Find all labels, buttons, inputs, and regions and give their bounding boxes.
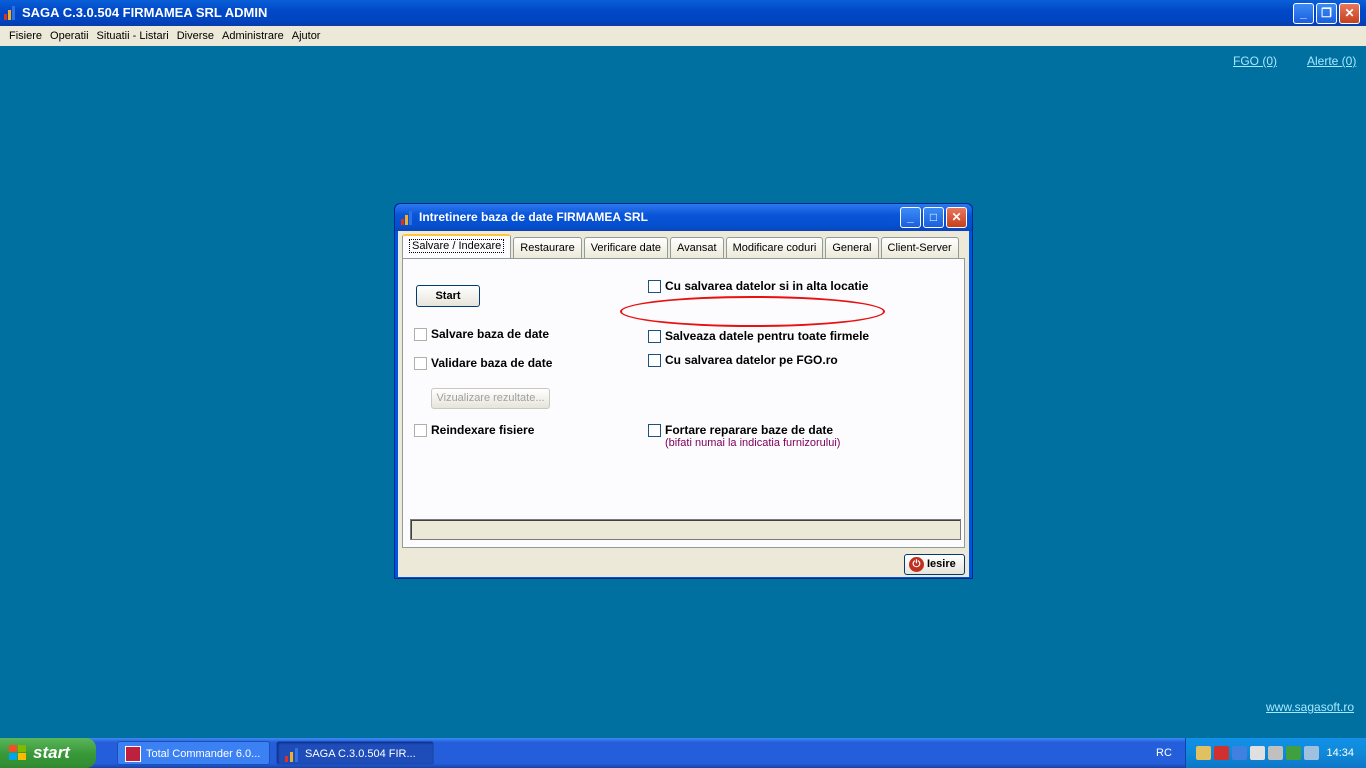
tab-general[interactable]: General — [825, 237, 879, 258]
floppy-icon — [125, 746, 141, 762]
checkbox-salvare-baza[interactable]: Salvare baza de date — [414, 328, 549, 341]
checkbox-label: Salveaza datele pentru toate firmele — [665, 329, 870, 343]
task-saga[interactable]: SAGA C.3.0.504 FIR... — [276, 741, 434, 765]
checkbox-reindexare[interactable]: Reindexare fisiere — [414, 424, 534, 437]
task-label: SAGA C.3.0.504 FIR... — [305, 748, 416, 760]
dialog-minimize-button[interactable]: _ — [900, 207, 921, 228]
tray-icon-5[interactable] — [1268, 746, 1283, 760]
start-button[interactable]: Start — [416, 285, 480, 307]
checkbox-box[interactable] — [648, 424, 661, 437]
menu-administrare[interactable]: Administrare — [218, 26, 288, 46]
close-button[interactable]: ✕ — [1339, 3, 1360, 24]
menu-situatii-listari[interactable]: Situatii - Listari — [93, 26, 173, 46]
tray-icon-7[interactable] — [1304, 746, 1319, 760]
restore-button[interactable]: ❐ — [1316, 3, 1337, 24]
checkbox-box[interactable] — [414, 328, 427, 341]
tray-icon-1[interactable] — [1196, 746, 1211, 760]
checkbox-validare-baza[interactable]: Validare baza de date — [414, 357, 552, 370]
progress-bar — [410, 519, 961, 540]
start-button[interactable]: start — [0, 738, 96, 768]
view-results-button[interactable]: Vizualizare rezultate... — [431, 388, 550, 409]
start-label: start — [33, 743, 70, 762]
taskbar: start Total Commander 6.0... SAGA C.3.0.… — [0, 738, 1366, 768]
menu-bar: Fisiere Operatii Situatii - Listari Dive… — [0, 26, 1366, 46]
tab-avansat[interactable]: Avansat — [670, 237, 724, 258]
dialog-title-bar: Intretinere baza de date FIRMAMEA SRL _ … — [395, 204, 972, 231]
checkbox-label: Validare baza de date — [431, 356, 553, 370]
saga-app-icon — [4, 6, 18, 20]
tab-restaurare[interactable]: Restaurare — [513, 237, 582, 258]
clock: 14:34 — [1326, 747, 1354, 759]
menu-operatii[interactable]: Operatii — [46, 26, 93, 46]
exit-label: Iesire — [927, 558, 956, 570]
checkbox-alta-locatie[interactable]: Cu salvarea datelor si in alta locatie — [648, 280, 868, 293]
checkbox-label: Salvare baza de date — [431, 327, 550, 341]
dialog-maximize-button[interactable]: □ — [923, 207, 944, 228]
dialog-title: Intretinere baza de date FIRMAMEA SRL — [419, 210, 648, 224]
tab-salvare-indexare[interactable]: Salvare / Indexare — [402, 234, 512, 258]
tab-panel-salvare: Start Cu salvarea datelor si in alta loc… — [402, 258, 965, 548]
checkbox-label: Reindexare fisiere — [431, 423, 535, 437]
checkbox-label: Fortare reparare baze de date — [665, 423, 834, 437]
system-tray: 14:34 — [1185, 738, 1366, 768]
checkbox-box[interactable] — [648, 330, 661, 343]
saga-dialog-icon — [401, 211, 415, 225]
maintenance-dialog: Intretinere baza de date FIRMAMEA SRL _ … — [394, 203, 973, 579]
tray-icon-3[interactable] — [1232, 746, 1247, 760]
dialog-body: Salvare / Indexare Restaurare Verificare… — [398, 231, 969, 577]
dialog-close-button[interactable]: ✕ — [946, 207, 967, 228]
checkbox-toate-firmele[interactable]: Salveaza datele pentru toate firmele — [648, 330, 869, 343]
checkbox-fgo[interactable]: Cu salvarea datelor pe FGO.ro — [648, 354, 838, 367]
checkbox-label: Cu salvarea datelor si in alta locatie — [665, 279, 869, 293]
checkbox-note: (bifati numai la indicatia furnizorului) — [665, 437, 841, 449]
checkbox-fortare-reparare[interactable]: Fortare reparare baze de date (bifati nu… — [648, 424, 840, 449]
task-total-commander[interactable]: Total Commander 6.0... — [117, 741, 270, 765]
exit-button[interactable]: ⏻ Iesire — [904, 554, 965, 575]
tab-client-server[interactable]: Client-Server — [880, 237, 959, 258]
tab-strip: Salvare / Indexare Restaurare Verificare… — [402, 234, 961, 258]
minimize-button[interactable]: _ — [1293, 3, 1314, 24]
alerte-link[interactable]: Alerte (0) — [1307, 54, 1356, 68]
tab-modificare-coduri[interactable]: Modificare coduri — [725, 237, 824, 258]
app-title-bar: SAGA C.3.0.504 FIRMAMEA SRL ADMIN _ ❐ ✕ — [0, 0, 1366, 26]
task-label: Total Commander 6.0... — [146, 748, 261, 760]
menu-fisiere[interactable]: Fisiere — [5, 26, 46, 46]
windows-logo-icon — [9, 745, 27, 761]
fgo-link[interactable]: FGO (0) — [1233, 54, 1277, 68]
menu-diverse[interactable]: Diverse — [173, 26, 218, 46]
tray-icon-6[interactable] — [1286, 746, 1301, 760]
tray-icon-2[interactable] — [1214, 746, 1229, 760]
tray-icon-4[interactable] — [1250, 746, 1265, 760]
sagasoft-link[interactable]: www.sagasoft.ro — [1266, 700, 1354, 714]
saga-task-icon — [284, 746, 300, 762]
power-icon: ⏻ — [909, 557, 924, 572]
checkbox-box[interactable] — [414, 424, 427, 437]
menu-ajutor[interactable]: Ajutor — [288, 26, 325, 46]
checkbox-label: Cu salvarea datelor pe FGO.ro — [665, 353, 838, 367]
language-indicator[interactable]: RC — [1156, 738, 1172, 768]
checkbox-box[interactable] — [414, 357, 427, 370]
tab-verificare-date[interactable]: Verificare date — [583, 237, 669, 258]
app-title: SAGA C.3.0.504 FIRMAMEA SRL ADMIN — [22, 5, 268, 20]
checkbox-box[interactable] — [648, 280, 661, 293]
checkbox-box[interactable] — [648, 354, 661, 367]
red-annotation-circle — [620, 296, 885, 327]
